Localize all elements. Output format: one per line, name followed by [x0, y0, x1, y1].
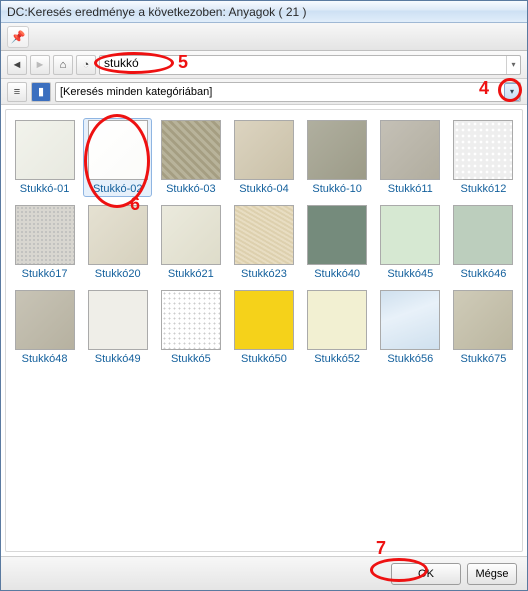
material-swatch	[15, 120, 75, 180]
material-swatch	[380, 205, 440, 265]
material-item[interactable]: Stukkó21	[156, 203, 225, 282]
material-item[interactable]: Stukkó23	[229, 203, 298, 282]
titlebar: DC:Keresés eredménye a következoben: Any…	[1, 1, 527, 23]
material-label: Stukkó49	[95, 353, 141, 365]
material-item[interactable]: Stukkó45	[376, 203, 445, 282]
material-label: Stukkó52	[314, 353, 360, 365]
pin-icon[interactable]: 📌	[7, 26, 29, 48]
home-button[interactable]: ⌂	[53, 55, 73, 75]
window-title: DC:Keresés eredménye a következoben: Any…	[7, 5, 307, 19]
ok-button[interactable]: OK	[391, 563, 461, 585]
ribbon-area: 📌	[1, 23, 527, 51]
material-swatch	[453, 120, 513, 180]
material-swatch	[307, 120, 367, 180]
category-dropdown-icon[interactable]: ▾	[504, 83, 520, 101]
dialog-window: DC:Keresés eredménye a következoben: Any…	[0, 0, 528, 591]
material-item[interactable]: Stukkó12	[449, 118, 518, 197]
dialog-footer: OK Mégse	[1, 556, 527, 590]
material-label: Stukkó21	[168, 268, 214, 280]
material-swatch	[234, 205, 294, 265]
material-swatch	[453, 205, 513, 265]
material-swatch	[161, 120, 221, 180]
material-item[interactable]: Stukkó11	[376, 118, 445, 197]
material-label: Stukkó5	[171, 353, 211, 365]
material-label: Stukkó-02	[93, 183, 143, 195]
material-swatch	[380, 120, 440, 180]
material-label: Stukkó-10	[312, 183, 362, 195]
material-swatch	[161, 205, 221, 265]
material-item[interactable]: Stukkó-01	[10, 118, 79, 197]
material-swatch	[15, 290, 75, 350]
material-label: Stukkó56	[387, 353, 433, 365]
material-item[interactable]: Stukkó50	[229, 288, 298, 367]
category-text: [Keresés minden kategóriában]	[60, 86, 212, 98]
material-label: Stukkó40	[314, 268, 360, 280]
material-swatch	[88, 120, 148, 180]
results-panel: Stukkó-01 Stukkó-02 Stukkó-03 Stukkó-04 Stuk…	[5, 109, 523, 552]
material-item[interactable]: Stukkó20	[83, 203, 152, 282]
material-label: Stukkó-04	[239, 183, 289, 195]
results-grid: Stukkó-01 Stukkó-02 Stukkó-03 Stukkó-04 Stuk…	[10, 118, 518, 367]
search-dropdown-icon[interactable]: ▾	[506, 56, 520, 74]
material-swatch	[15, 205, 75, 265]
material-item[interactable]: Stukkó-04	[229, 118, 298, 197]
material-item[interactable]: Stukkó5	[156, 288, 225, 367]
material-label: Stukkó-03	[166, 183, 216, 195]
material-item[interactable]: Stukkó49	[83, 288, 152, 367]
material-item[interactable]: Stukkó-02	[83, 118, 152, 197]
category-toolbar: ≡ ▮ [Keresés minden kategóriában] ▾	[1, 79, 527, 105]
material-item[interactable]: Stukkó-03	[156, 118, 225, 197]
category-select[interactable]: [Keresés minden kategóriában] ▾	[55, 82, 521, 102]
material-label: Stukkó12	[460, 183, 506, 195]
material-item[interactable]: Stukkó56	[376, 288, 445, 367]
material-label: Stukkó20	[95, 268, 141, 280]
material-swatch	[234, 120, 294, 180]
search-input[interactable]: stukkó ▾	[99, 55, 521, 75]
material-swatch	[380, 290, 440, 350]
material-item[interactable]: Stukkó-10	[303, 118, 372, 197]
material-label: Stukkó17	[22, 268, 68, 280]
material-label: Stukkó50	[241, 353, 287, 365]
material-swatch	[453, 290, 513, 350]
forward-button[interactable]: ►	[30, 55, 50, 75]
material-label: Stukkó-01	[20, 183, 70, 195]
material-label: Stukkó11	[388, 183, 433, 195]
material-swatch	[88, 205, 148, 265]
material-item[interactable]: Stukkó75	[449, 288, 518, 367]
material-label: Stukkó45	[387, 268, 433, 280]
category-icon[interactable]: ▮	[31, 82, 51, 102]
material-swatch	[88, 290, 148, 350]
search-value: stukkó	[104, 56, 139, 70]
back-button[interactable]: ◄	[7, 55, 27, 75]
material-swatch	[161, 290, 221, 350]
material-label: Stukkó48	[22, 353, 68, 365]
material-swatch	[234, 290, 294, 350]
material-item[interactable]: Stukkó48	[10, 288, 79, 367]
material-swatch	[307, 205, 367, 265]
material-label: Stukkó46	[460, 268, 506, 280]
list-view-icon[interactable]: ≡	[7, 82, 27, 102]
material-item[interactable]: Stukkó46	[449, 203, 518, 282]
history-button[interactable]: ◔	[76, 55, 96, 75]
nav-toolbar: ◄ ► ⌂ ◔ stukkó ▾	[1, 51, 527, 79]
material-item[interactable]: Stukkó52	[303, 288, 372, 367]
material-item[interactable]: Stukkó17	[10, 203, 79, 282]
cancel-button[interactable]: Mégse	[467, 563, 517, 585]
material-item[interactable]: Stukkó40	[303, 203, 372, 282]
material-swatch	[307, 290, 367, 350]
material-label: Stukkó23	[241, 268, 287, 280]
material-label: Stukkó75	[460, 353, 506, 365]
